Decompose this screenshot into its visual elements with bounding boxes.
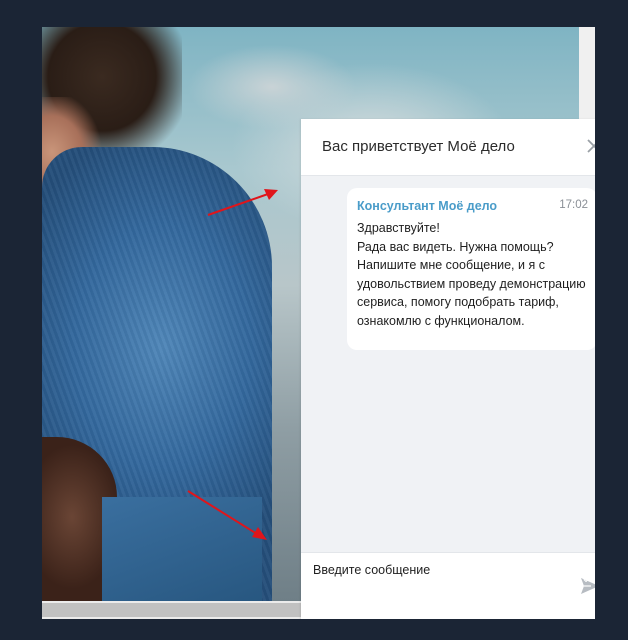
chat-header: Вас приветствует Моё дело [301,119,595,176]
message-input[interactable] [311,561,577,619]
consultant-message: Консультант Моё дело 17:02 Здравствуйте!… [347,188,595,350]
browser-viewport: › Вас приветствует Моё дело Консультант … [42,27,595,619]
message-time: 17:02 [559,199,588,211]
message-text: Здравствуйте! Рада вас видеть. Нужна пом… [357,221,586,328]
message-author: Консультант Моё дело [357,199,498,213]
chat-title: Вас приветствует Моё дело [322,138,515,155]
close-icon[interactable] [583,135,595,157]
chat-widget: Вас приветствует Моё дело Консультант Мо… [301,119,595,619]
chevron-down-icon[interactable]: ⌄ [578,568,594,588]
message-composer [301,552,595,619]
